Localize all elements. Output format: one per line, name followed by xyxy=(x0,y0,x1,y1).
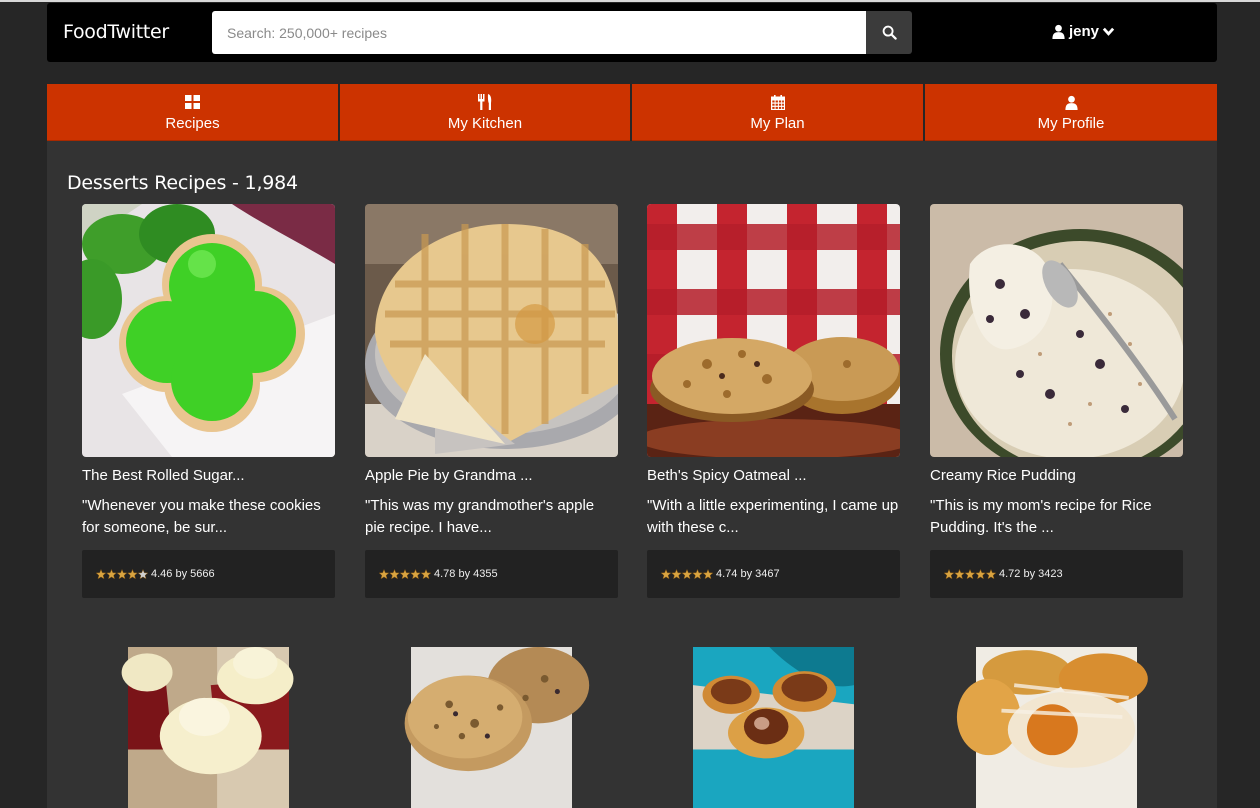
recipe-card: The Best Rolled Sugar... "Whenever you m… xyxy=(82,204,335,598)
window-top-border xyxy=(0,0,1260,2)
recipe-image[interactable] xyxy=(82,647,335,808)
search-input[interactable] xyxy=(212,11,866,54)
recipe-card xyxy=(365,647,618,808)
star-rating-icon xyxy=(379,568,431,580)
star-rating-icon xyxy=(661,568,713,580)
user-menu[interactable]: jeny xyxy=(1051,23,1115,40)
grid-icon xyxy=(185,94,200,110)
recipe-image[interactable] xyxy=(930,204,1183,457)
search-icon xyxy=(882,25,897,40)
recipe-description: "With a little experimenting, I came up … xyxy=(647,497,899,536)
recipe-card xyxy=(82,647,335,808)
chevron-down-icon xyxy=(1102,27,1115,36)
search-button[interactable] xyxy=(866,11,912,54)
top-navbar: FoodTwitter jeny xyxy=(47,3,1217,62)
recipe-title[interactable]: Creamy Rice Pudding xyxy=(930,467,1183,487)
main-tabs: Recipes My Kitchen My Plan My Profile xyxy=(47,84,1217,141)
rating-text: 4.78 by 4355 xyxy=(434,568,498,580)
recipe-description: "Whenever you make these cookies for som… xyxy=(82,497,321,536)
star-rating-icon xyxy=(944,568,996,580)
recipe-image[interactable] xyxy=(365,647,618,808)
tab-my-kitchen[interactable]: My Kitchen xyxy=(340,84,630,141)
recipe-card: Creamy Rice Pudding "This is my mom's re… xyxy=(930,204,1183,598)
recipe-rating: 4.78 by 4355 xyxy=(365,550,618,598)
recipes-panel: Desserts Recipes - 1,984 The Best Rolled… xyxy=(47,141,1217,808)
rating-text: 4.72 by 3423 xyxy=(999,568,1063,580)
user-name: jeny xyxy=(1069,23,1100,40)
user-icon xyxy=(1064,94,1079,110)
utensils-icon xyxy=(477,94,493,110)
tab-label: My Plan xyxy=(750,115,805,132)
recipe-image[interactable] xyxy=(647,204,900,457)
section-title: Desserts Recipes - 1,984 xyxy=(67,172,298,194)
recipe-title[interactable]: The Best Rolled Sugar... xyxy=(82,467,335,487)
recipe-rating: 4.46 by 5666 xyxy=(82,550,335,598)
recipe-image[interactable] xyxy=(82,204,335,457)
tab-label: Recipes xyxy=(165,115,220,132)
recipe-rating: 4.74 by 3467 xyxy=(647,550,900,598)
recipe-image[interactable] xyxy=(647,647,900,808)
recipe-description: "This is my mom's recipe for Rice Puddin… xyxy=(930,497,1152,536)
recipe-title[interactable]: Beth's Spicy Oatmeal ... xyxy=(647,467,900,487)
user-icon xyxy=(1052,24,1065,39)
tab-label: My Kitchen xyxy=(447,115,523,132)
star-rating-icon xyxy=(96,568,148,580)
recipe-rating: 4.72 by 3423 xyxy=(930,550,1183,598)
recipe-card: Beth's Spicy Oatmeal ... "With a little … xyxy=(647,204,900,598)
calendar-icon xyxy=(770,94,785,110)
rating-text: 4.46 by 5666 xyxy=(151,568,215,580)
recipe-title[interactable]: Apple Pie by Grandma ... xyxy=(365,467,618,487)
tab-my-plan[interactable]: My Plan xyxy=(632,84,923,141)
brand-logo[interactable]: FoodTwitter xyxy=(63,21,169,43)
tab-label: My Profile xyxy=(1037,115,1105,132)
recipe-card: Apple Pie by Grandma ... "This was my gr… xyxy=(365,204,618,598)
tab-my-profile[interactable]: My Profile xyxy=(925,84,1217,141)
recipe-image[interactable] xyxy=(365,204,618,457)
recipe-card xyxy=(647,647,900,808)
tab-recipes[interactable]: Recipes xyxy=(47,84,338,141)
recipe-image[interactable] xyxy=(930,647,1183,808)
recipe-card xyxy=(930,647,1183,808)
rating-text: 4.74 by 3467 xyxy=(716,568,780,580)
recipe-description: "This was my grandmother's apple pie rec… xyxy=(365,497,595,536)
